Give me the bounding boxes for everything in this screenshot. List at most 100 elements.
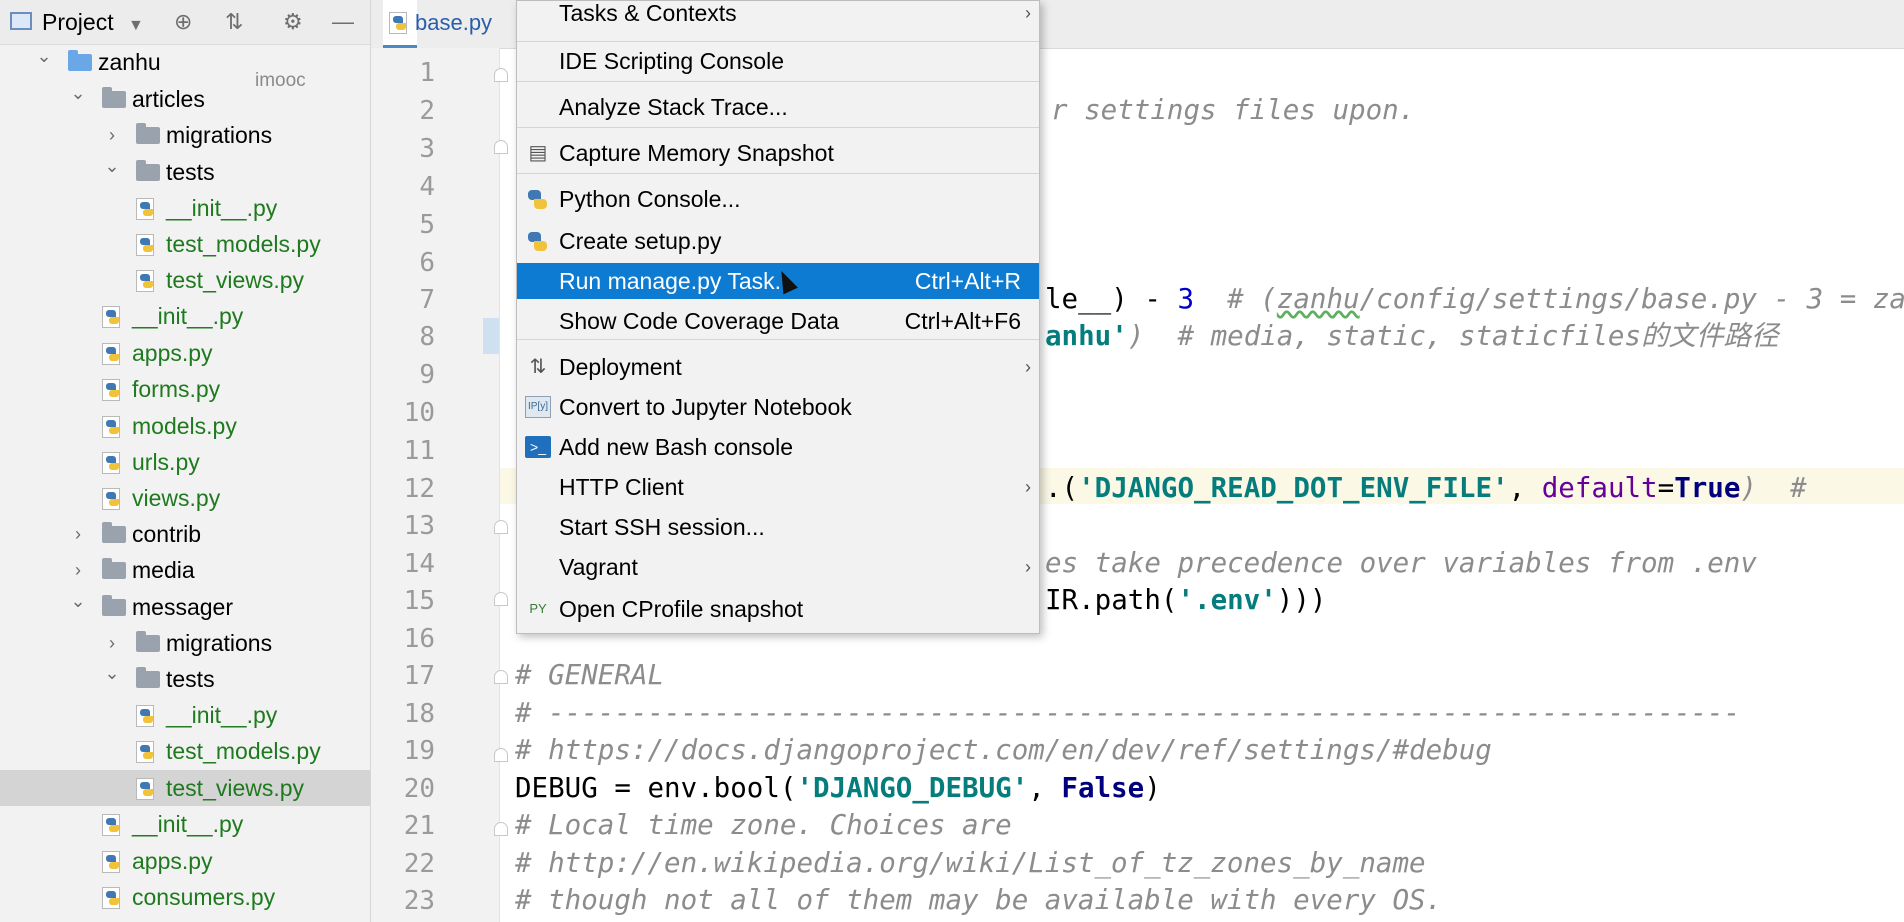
submenu-arrow-icon: › xyxy=(1025,357,1031,377)
tree-item-dir[interactable]: ⌄ articles xyxy=(0,81,370,117)
menu-item-deployment[interactable]: ⇅ Deployment › xyxy=(517,349,1039,385)
fold-marker-icon[interactable] xyxy=(494,670,508,684)
menu-item-python-console[interactable]: Python Console... xyxy=(517,181,1039,217)
tree-item-label: test_models.py xyxy=(166,738,321,764)
tree-item-py[interactable]: __init__.py xyxy=(0,806,370,842)
python-file-icon xyxy=(102,379,122,401)
menu-item-start-ssh-session[interactable]: Start SSH session... xyxy=(517,509,1039,545)
folder-icon xyxy=(102,87,126,108)
tree-item-py[interactable]: test_views.py xyxy=(0,262,370,298)
folder-icon xyxy=(136,123,160,144)
tree-item-dir[interactable]: › migrations xyxy=(0,117,370,153)
line-number-gutter: 1 2 3 4 5 6 7 8 9 10 11 12 13 14 15 16 17 18 19 20 21 22 23 xyxy=(371,48,500,922)
tree-item-py[interactable]: __init__.py xyxy=(0,190,370,226)
python-file-icon xyxy=(102,814,122,836)
chevron-right-icon[interactable]: › xyxy=(68,516,88,552)
line-number: 22 xyxy=(403,849,435,879)
line-number: 15 xyxy=(403,586,435,616)
tree-item-py[interactable]: apps.py xyxy=(0,843,370,879)
locate-file-icon[interactable]: ⊕ xyxy=(174,8,192,36)
menu-item-tasks-contexts[interactable]: Tasks & Contexts › xyxy=(517,0,1039,31)
project-view-selector[interactable]: Project xyxy=(42,8,114,36)
chevron-down-icon[interactable]: ⌄ xyxy=(68,583,88,619)
tree-item-py[interactable]: test_models.py xyxy=(0,226,370,262)
tab-base-py[interactable]: base.py × xyxy=(383,0,526,48)
tree-item-dir[interactable]: › migrations xyxy=(0,625,370,661)
menu-item-vagrant[interactable]: Vagrant › xyxy=(517,549,1039,585)
tree-item-label: messager xyxy=(132,594,233,620)
menu-item-ide-scripting-console[interactable]: IDE Scripting Console xyxy=(517,43,1039,79)
menu-item-show-code-coverage-data[interactable]: Show Code Coverage Data Ctrl+Alt+F6 xyxy=(517,303,1039,339)
menu-item-add-new-bash-console[interactable]: >_ Add new Bash console xyxy=(517,429,1039,465)
fold-marker-icon[interactable] xyxy=(494,748,508,762)
tree-item-dir[interactable]: ⌄ tests xyxy=(0,661,370,697)
fold-marker-icon[interactable] xyxy=(494,520,508,534)
fold-marker-icon[interactable] xyxy=(494,592,508,606)
code-line-18: # --------------------------------------… xyxy=(515,697,1741,729)
menu-item-create-setup-py[interactable]: Create setup.py xyxy=(517,223,1039,259)
tree-item-py[interactable]: test_views.py xyxy=(0,770,370,806)
hide-panel-icon[interactable]: — xyxy=(332,8,354,36)
tree-item-dir[interactable]: › media xyxy=(0,552,370,588)
menu-item-open-cprofile-snapshot[interactable]: PY Open CProfile snapshot xyxy=(517,591,1039,627)
folder-icon xyxy=(136,667,160,688)
chevron-down-icon[interactable]: ⌄ xyxy=(34,38,54,74)
project-toolbar: Project ▼ ⊕ ⇅ ⚙ — xyxy=(0,0,370,45)
menu-item-label: Open CProfile snapshot xyxy=(559,596,804,622)
code-line-15: IR.path('.env'))) xyxy=(1045,584,1327,616)
line-number: 20 xyxy=(403,774,435,804)
python-file-icon xyxy=(102,887,122,909)
tree-item-dir[interactable]: ⌄ messager xyxy=(0,589,370,625)
tree-item-py[interactable]: views.py xyxy=(0,480,370,516)
tree-item-dir[interactable]: › contrib xyxy=(0,516,370,552)
gear-icon[interactable]: ⚙ xyxy=(283,8,303,36)
folder-icon xyxy=(68,50,92,71)
folder-icon xyxy=(102,522,126,543)
menu-item-analyze-stack-trace[interactable]: Analyze Stack Trace... xyxy=(517,89,1039,125)
tree-item-label: __init__.py xyxy=(166,702,278,728)
tree-item-py[interactable]: test_models.py xyxy=(0,733,370,769)
tree-item-label: apps.py xyxy=(132,848,213,874)
deployment-icon: ⇅ xyxy=(529,356,547,378)
chevron-down-icon[interactable]: ⌄ xyxy=(68,75,88,111)
tree-item-label: tests xyxy=(166,666,215,692)
collapse-all-icon[interactable]: ⇅ xyxy=(225,8,243,36)
menu-item-http-client[interactable]: HTTP Client › xyxy=(517,469,1039,505)
menu-item-capture-memory-snapshot[interactable]: ▤ Capture Memory Snapshot xyxy=(517,135,1039,171)
menu-separator xyxy=(517,173,1039,174)
line-number: 14 xyxy=(403,549,435,579)
fold-marker-icon[interactable] xyxy=(494,822,508,836)
python-file-icon xyxy=(389,12,409,34)
fold-marker-icon[interactable] xyxy=(494,68,508,82)
chevron-down-icon[interactable]: ⌄ xyxy=(102,655,122,691)
python-file-icon xyxy=(102,488,122,510)
tree-item-py[interactable]: models.py xyxy=(0,408,370,444)
tree-item-label: views.py xyxy=(132,485,221,511)
tree-item-py[interactable]: __init__.py xyxy=(0,298,370,334)
tree-item-root[interactable]: ⌄ zanhu xyxy=(0,44,370,80)
tree-item-py[interactable]: __init__.py xyxy=(0,697,370,733)
tree-item-py[interactable]: consumers.py xyxy=(0,879,370,915)
tree-item-py[interactable]: forms.py xyxy=(0,371,370,407)
tree-item-py[interactable]: apps.py xyxy=(0,335,370,371)
menu-item-label: IDE Scripting Console xyxy=(559,48,784,74)
menu-item-label: Tasks & Contexts xyxy=(559,0,737,26)
fold-marker-icon[interactable] xyxy=(494,140,508,154)
chevron-down-icon[interactable]: ⌄ xyxy=(102,148,122,184)
menu-item-label: Python Console... xyxy=(559,186,741,212)
menu-item-convert-to-jupyter-notebook[interactable]: IP[y] Convert to Jupyter Notebook xyxy=(517,389,1039,425)
tree-item-py[interactable]: urls.py xyxy=(0,444,370,480)
code-line-21: # Local time zone. Choices are xyxy=(515,809,1012,841)
tree-item-label: test_views.py xyxy=(166,267,305,293)
dropdown-arrow-icon[interactable]: ▼ xyxy=(128,12,144,40)
tree-item-label: __init__.py xyxy=(132,811,244,837)
folder-icon xyxy=(136,160,160,181)
tree-item-dir[interactable]: ⌄ tests xyxy=(0,154,370,190)
python-file-icon xyxy=(102,306,122,328)
line-number: 18 xyxy=(403,699,435,729)
tree-item-label: __init__.py xyxy=(132,303,244,329)
menu-item-label: Show Code Coverage Data xyxy=(559,308,839,334)
menu-item-label: Analyze Stack Trace... xyxy=(559,94,788,120)
menu-item-label: Capture Memory Snapshot xyxy=(559,140,834,166)
menu-item-label: Vagrant xyxy=(559,554,638,580)
